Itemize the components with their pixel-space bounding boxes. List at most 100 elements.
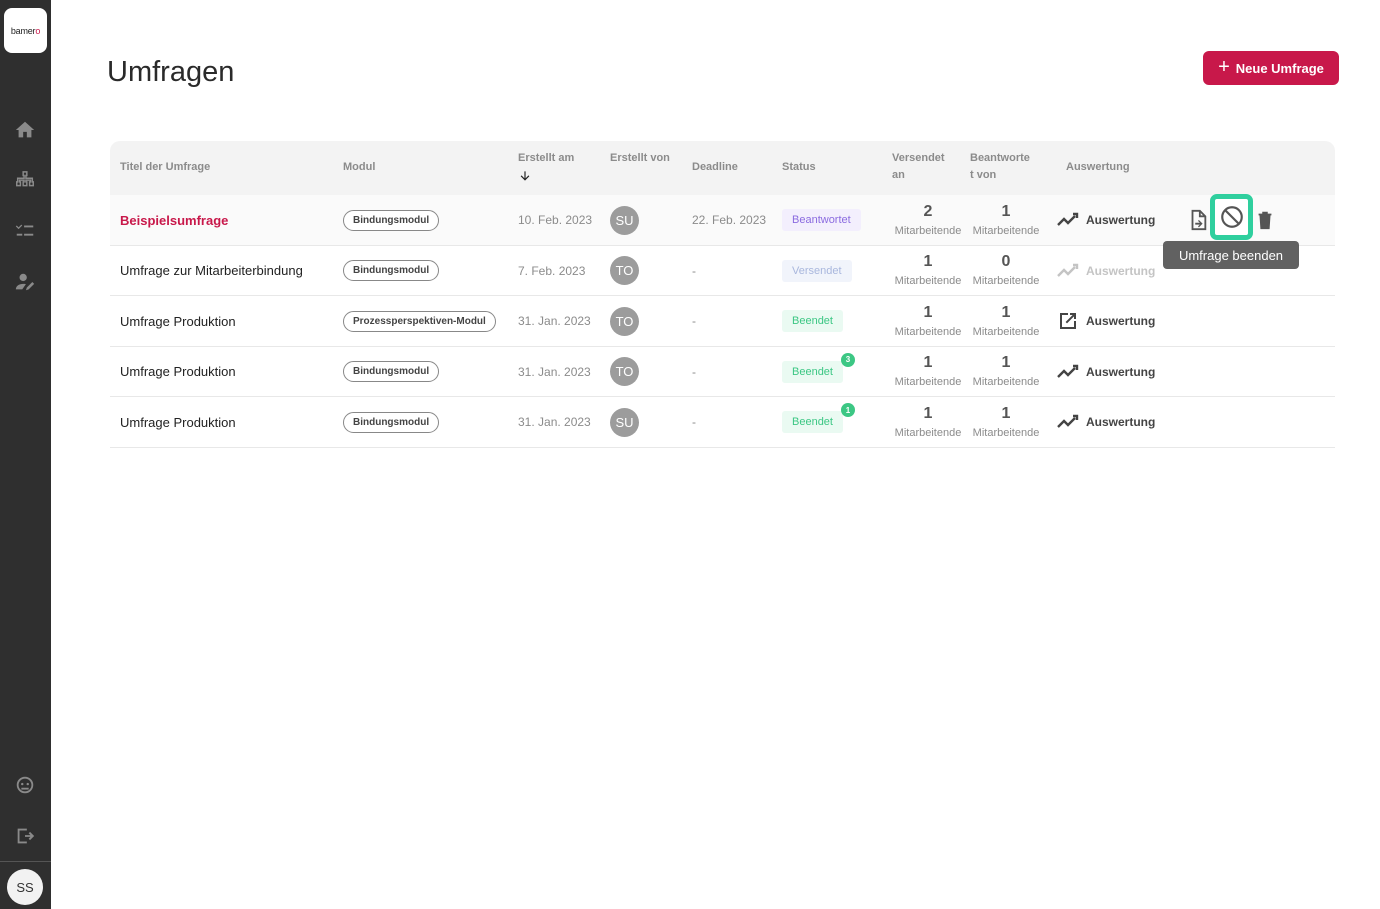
- user-edit-icon[interactable]: [13, 270, 37, 294]
- author-avatar: TO: [610, 357, 639, 386]
- new-survey-label: Neue Umfrage: [1235, 60, 1324, 76]
- deadline-value: -: [692, 415, 696, 429]
- sent-label: Mitarbeitende: [894, 325, 962, 338]
- survey-table: Titel der Umfrage Modul Erstellt am Erst…: [110, 141, 1335, 448]
- block-icon: [1220, 206, 1243, 228]
- notification-count: 3: [840, 352, 855, 367]
- answered-count: 1: [1001, 303, 1011, 321]
- status-badge: Versendet: [782, 259, 852, 282]
- evaluation-label: Auswertung: [1086, 415, 1156, 429]
- status-label: Beendet: [792, 416, 833, 428]
- answered-label: Mitarbeitende: [972, 376, 1040, 388]
- survey-title[interactable]: Umfrage zur Mitarbeiterbindung: [120, 246, 303, 296]
- trend-icon: [1057, 212, 1079, 226]
- logo-text: bamer: [10, 25, 36, 36]
- home-icon[interactable]: [13, 118, 37, 142]
- table-row[interactable]: Umfrage Produktion Bindungsmodul 31. Jan…: [110, 397, 1335, 448]
- trend-icon: [1057, 364, 1079, 378]
- status-badge: Beendet: [782, 310, 843, 332]
- deadline-value: -: [692, 314, 696, 328]
- table-row[interactable]: Beispielsumfrage Bindungsmodul 10. Feb. …: [110, 194, 1335, 246]
- tooltip: Umfrage beenden: [1163, 241, 1299, 269]
- col-module[interactable]: Modul: [343, 159, 375, 176]
- module-pill: Bindungsmodul: [343, 361, 440, 382]
- evaluation-link[interactable]: Auswertung: [1056, 195, 1155, 245]
- col-status[interactable]: Status: [782, 159, 816, 176]
- answered-count: 0: [1001, 253, 1011, 270]
- author-avatar: TO: [610, 306, 639, 336]
- module-pill: Bindungsmodul: [343, 209, 440, 231]
- sidebar: bamer o SS: [0, 0, 51, 909]
- org-chart-icon[interactable]: [13, 169, 37, 193]
- user-avatar[interactable]: SS: [7, 869, 43, 905]
- created-date: 31. Jan. 2023: [518, 415, 591, 429]
- survey-title[interactable]: Umfrage Produktion: [120, 296, 236, 346]
- deadline-value: -: [692, 364, 696, 379]
- answered-count: 1: [1001, 404, 1011, 422]
- module-pill: Bindungsmodul: [343, 411, 440, 433]
- col-deadline[interactable]: Deadline: [692, 159, 738, 176]
- trash-icon[interactable]: [1253, 208, 1277, 232]
- table-row[interactable]: Umfrage Produktion Bindungsmodul 31. Jan…: [110, 347, 1335, 397]
- arrow-down-icon: [520, 171, 530, 181]
- created-date: 7. Feb. 2023: [518, 263, 586, 278]
- col-title[interactable]: Titel der Umfrage: [120, 159, 210, 176]
- page-title: Umfragen: [107, 56, 235, 88]
- table-row[interactable]: Umfrage Produktion Prozessperspektiven-M…: [110, 296, 1335, 347]
- evaluation-link[interactable]: Auswertung: [1056, 397, 1155, 447]
- created-date: 31. Jan. 2023: [518, 314, 591, 328]
- status-label: Beantwortet: [792, 214, 851, 226]
- support-icon[interactable]: [13, 773, 37, 797]
- table-body: Beispielsumfrage Bindungsmodul 10. Feb. …: [110, 194, 1335, 448]
- status-badge: Beantwortet: [782, 209, 861, 231]
- table-header: Titel der Umfrage Modul Erstellt am Erst…: [110, 141, 1335, 195]
- answered-label: Mitarbeitende: [972, 325, 1040, 338]
- file-export-icon[interactable]: [1186, 208, 1210, 232]
- end-survey-button[interactable]: [1210, 194, 1253, 240]
- author-avatar: SU: [610, 205, 639, 235]
- status-label: Beendet: [792, 315, 833, 327]
- sidebar-divider: [0, 861, 51, 862]
- answered-label: Mitarbeitende: [972, 426, 1040, 439]
- sent-count: 2: [923, 202, 933, 220]
- col-sent-to[interactable]: Versendet an: [892, 150, 954, 184]
- evaluation-link: Auswertung: [1056, 246, 1155, 296]
- status-badge: Beendet 3: [782, 352, 855, 383]
- table-row[interactable]: Umfrage zur Mitarbeiterbindung Bindungsm…: [110, 246, 1335, 296]
- deadline-value: -: [692, 263, 696, 278]
- sent-count: 1: [923, 354, 933, 371]
- trend-icon: [1057, 414, 1079, 428]
- external-link-icon: [1060, 313, 1076, 329]
- sent-label: Mitarbeitende: [894, 376, 962, 388]
- plus-icon: +: [1218, 56, 1230, 78]
- author-avatar: TO: [610, 256, 639, 285]
- evaluation-label: Auswertung: [1086, 314, 1156, 328]
- module-pill: Prozessperspektiven-Modul: [343, 310, 496, 332]
- status-label: Versendet: [792, 264, 842, 277]
- survey-title[interactable]: Umfrage Produktion: [120, 347, 236, 397]
- logo-accent: o: [35, 25, 41, 36]
- evaluation-link[interactable]: Auswertung: [1056, 296, 1155, 346]
- new-survey-button[interactable]: + Neue Umfrage: [1203, 51, 1339, 85]
- col-evaluation[interactable]: Auswertung: [1066, 159, 1130, 176]
- survey-title[interactable]: Umfrage Produktion: [120, 397, 236, 447]
- app-logo[interactable]: bamer o: [4, 8, 47, 53]
- module-pill: Bindungsmodul: [343, 260, 440, 281]
- deadline-value: 22. Feb. 2023: [692, 213, 767, 227]
- logout-icon[interactable]: [13, 824, 37, 848]
- col-created-at-label: Erstellt am: [518, 152, 575, 164]
- sent-count: 1: [923, 253, 933, 270]
- notification-count: 1: [840, 403, 855, 417]
- col-created-at[interactable]: Erstellt am: [518, 150, 574, 189]
- col-answered-by[interactable]: Beantwortet von: [970, 150, 1032, 184]
- checklist-icon[interactable]: [13, 219, 37, 243]
- survey-title[interactable]: Beispielsumfrage: [120, 195, 228, 245]
- answered-label: Mitarbeitende: [972, 224, 1040, 237]
- evaluation-label: Auswertung: [1086, 263, 1156, 278]
- trend-icon: [1057, 263, 1079, 277]
- answered-count: 1: [1001, 202, 1011, 220]
- col-created-by[interactable]: Erstellt von: [610, 150, 670, 167]
- sent-count: 1: [923, 404, 933, 422]
- evaluation-link[interactable]: Auswertung: [1056, 347, 1155, 397]
- created-date: 10. Feb. 2023: [518, 213, 593, 227]
